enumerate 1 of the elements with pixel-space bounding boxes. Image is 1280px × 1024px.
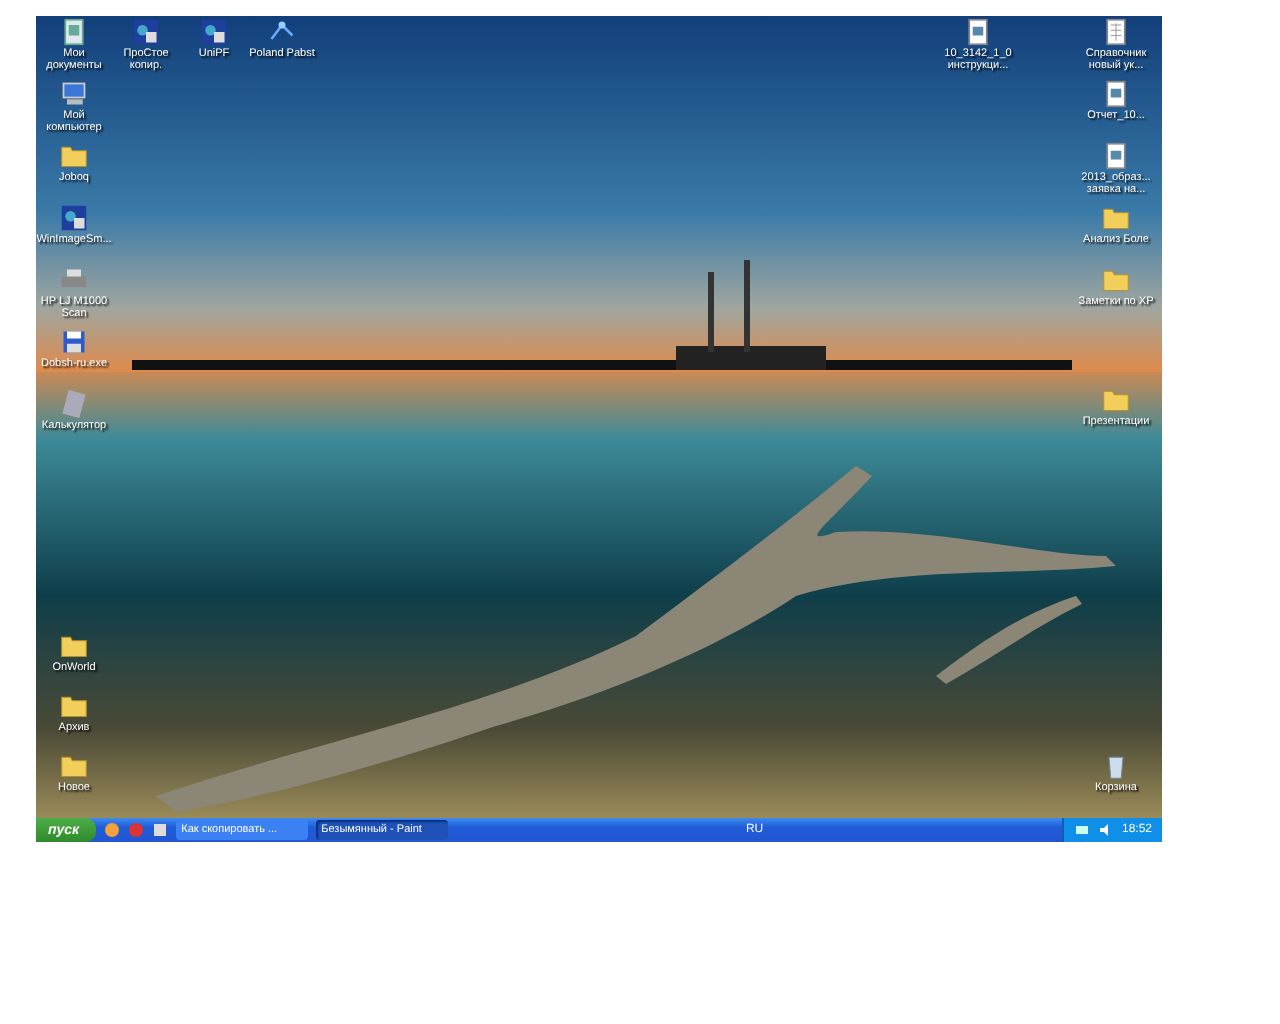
- speaker-icon[interactable]: [1097, 822, 1114, 838]
